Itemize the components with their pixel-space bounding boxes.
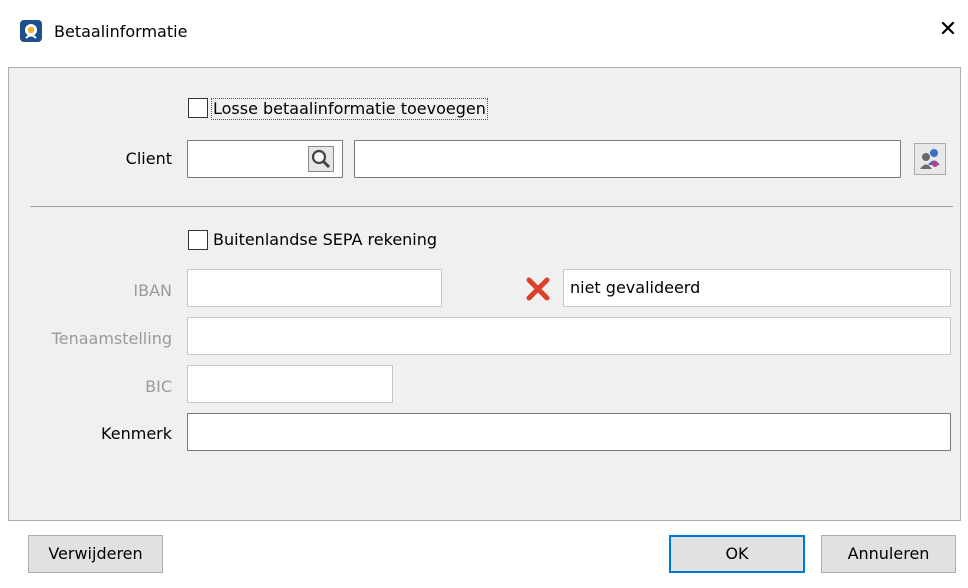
people-icon[interactable] [914, 143, 946, 175]
app-icon [20, 20, 42, 42]
foreign-sepa-label[interactable]: Buitenlandse SEPA rekening [213, 230, 437, 250]
iban-field[interactable] [187, 269, 442, 307]
kenmerk-label: Kenmerk [101, 424, 172, 443]
client-code-field[interactable] [187, 140, 343, 178]
search-icon[interactable] [308, 146, 334, 172]
invalid-x-icon [526, 277, 550, 301]
title-bar: Betaalinformatie ✕ [0, 0, 968, 66]
loose-payment-label[interactable]: Losse betaalinformatie toevoegen [211, 98, 488, 120]
delete-button[interactable]: Verwijderen [28, 535, 163, 573]
tenaamstelling-label: Tenaamstelling [51, 329, 172, 348]
iban-validation-field: niet gevalideerd [563, 269, 951, 307]
window-title: Betaalinformatie [54, 22, 188, 41]
foreign-sepa-checkbox[interactable] [188, 230, 208, 250]
iban-label: IBAN [133, 281, 172, 300]
close-icon[interactable]: ✕ [936, 18, 960, 42]
section-divider [30, 206, 953, 207]
kenmerk-field[interactable] [187, 413, 951, 451]
iban-validation-text: niet gevalideerd [570, 278, 701, 297]
loose-payment-checkbox[interactable] [188, 98, 208, 118]
ok-button[interactable]: OK [669, 535, 805, 573]
bic-label: BIC [145, 377, 172, 396]
bic-field[interactable] [187, 365, 393, 403]
cancel-button[interactable]: Annuleren [821, 535, 956, 573]
tenaamstelling-field[interactable] [187, 317, 951, 355]
client-label: Client [125, 149, 172, 168]
client-name-field[interactable] [354, 140, 901, 178]
